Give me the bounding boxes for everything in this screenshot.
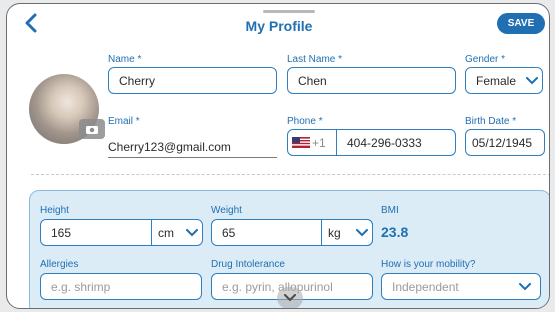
country-code-select[interactable]: +1: [287, 129, 337, 156]
gender-label: Gender *: [465, 54, 506, 65]
name-field[interactable]: Cherry: [108, 67, 277, 94]
profile-screen: My Profile SAVE Name * Cherry Last Name …: [6, 3, 550, 309]
country-code-value: +1: [312, 135, 326, 150]
chevron-down-icon: [186, 229, 198, 237]
height-value: 165: [51, 225, 72, 240]
allergies-input[interactable]: e.g. shrimp: [40, 273, 202, 300]
last-name-field[interactable]: Chen: [287, 67, 456, 94]
chevron-down-icon: [526, 77, 538, 85]
weight-unit-value: kg: [328, 225, 341, 240]
email-label: Email *: [108, 116, 140, 127]
camera-icon: [86, 125, 98, 134]
drug-intolerance-placeholder: e.g. pyrin, allopurinol: [222, 279, 333, 294]
mobility-select[interactable]: Independent: [381, 273, 541, 300]
weight-label: Weight: [211, 205, 242, 216]
height-unit-select[interactable]: cm: [151, 219, 203, 246]
birth-date-field[interactable]: 05/12/1945: [465, 129, 545, 156]
chevron-down-icon: [284, 294, 296, 302]
mobility-value: Independent: [392, 279, 459, 294]
save-button[interactable]: SAVE: [497, 13, 545, 34]
last-name-label: Last Name *: [287, 54, 343, 65]
email-field[interactable]: Cherry123@gmail.com: [108, 136, 277, 158]
birth-date-value: 05/12/1945: [472, 135, 533, 150]
height-unit-value: cm: [158, 225, 174, 240]
weight-value: 65: [222, 225, 236, 240]
us-flag-icon: [292, 137, 310, 148]
page-title: My Profile: [245, 18, 313, 34]
gender-value: Female: [476, 73, 517, 88]
scroll-down-button[interactable]: [277, 287, 303, 308]
chevron-down-icon: [519, 283, 531, 291]
name-value: Cherry: [119, 73, 156, 88]
bmi-value: 23.8: [381, 224, 409, 240]
section-divider: [31, 174, 549, 175]
phone-value: 404-296-0333: [347, 135, 422, 150]
birth-date-label: Birth Date *: [465, 116, 517, 127]
change-photo-button[interactable]: [79, 119, 105, 139]
allergies-label: Allergies: [40, 259, 79, 270]
bmi-label: BMI: [381, 205, 399, 216]
height-label: Height: [40, 205, 69, 216]
weight-unit-select[interactable]: kg: [321, 219, 373, 246]
name-label: Name *: [108, 54, 142, 65]
last-name-value: Chen: [298, 73, 327, 88]
phone-field[interactable]: 404-296-0333: [336, 129, 456, 156]
gender-select[interactable]: Female: [465, 67, 543, 94]
mobility-label: How is your mobility?: [381, 259, 476, 270]
drag-handle[interactable]: [263, 10, 315, 13]
drug-intolerance-label: Drug Intolerance: [211, 259, 285, 270]
email-value: Cherry123@gmail.com: [108, 140, 231, 154]
phone-label: Phone *: [287, 116, 323, 127]
allergies-placeholder: e.g. shrimp: [51, 279, 111, 294]
chevron-down-icon: [356, 229, 368, 237]
